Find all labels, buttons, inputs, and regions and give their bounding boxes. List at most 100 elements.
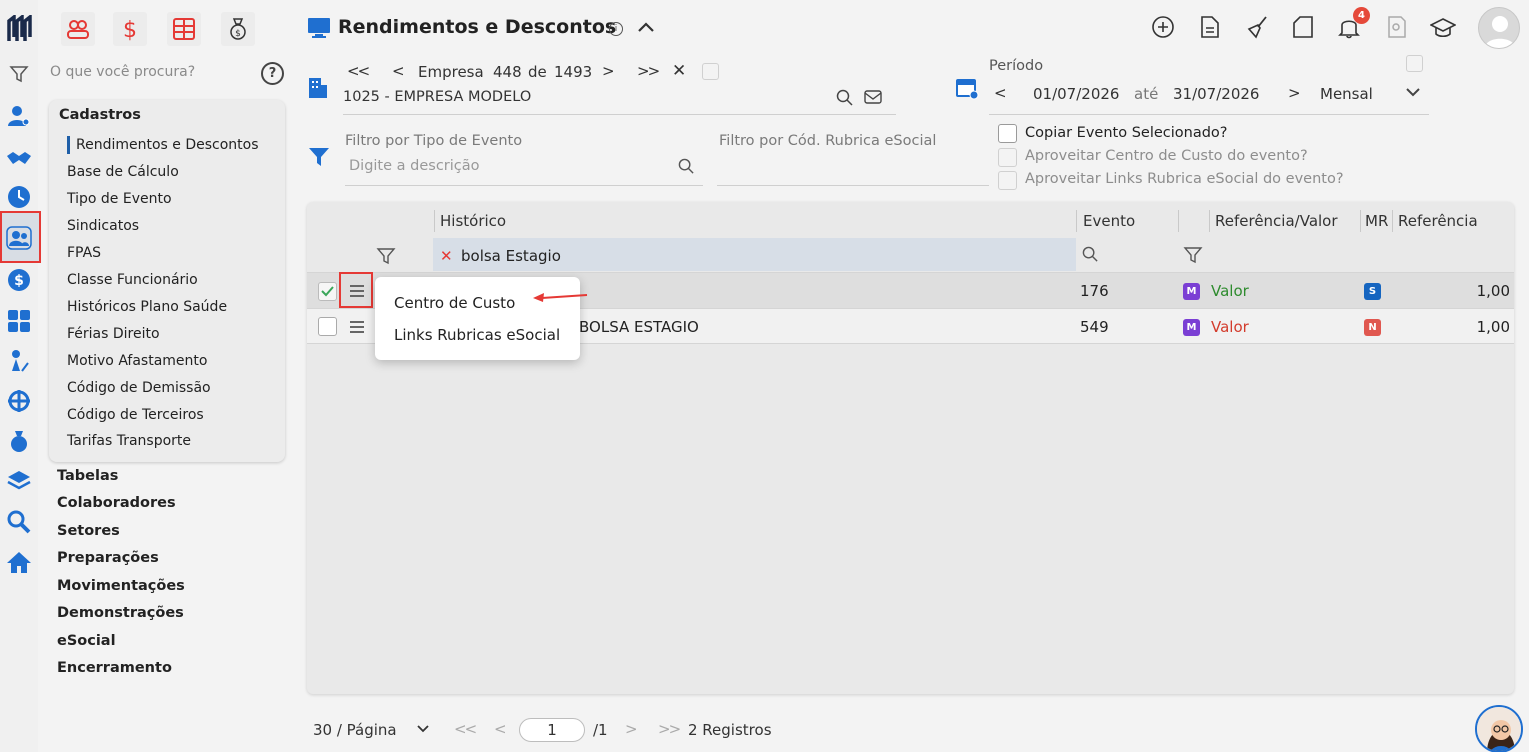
next-period-button[interactable]: >	[1288, 84, 1301, 102]
clear-company-button[interactable]: ✕	[672, 61, 686, 81]
sidebar-item-sindicatos[interactable]: Sindicatos	[67, 218, 139, 234]
menu-item-links-rubricas[interactable]: Links Rubricas eSocial	[394, 326, 560, 344]
people-group-icon[interactable]	[61, 12, 95, 46]
dollar-sign-icon[interactable]: $	[113, 12, 147, 46]
search-document-icon[interactable]	[1382, 12, 1412, 42]
sidebar-group-preparacoes[interactable]: Preparações	[57, 550, 159, 566]
column-header-referencia[interactable]: Referência	[1398, 212, 1478, 230]
company-name-field[interactable]: 1025 - EMPRESA MODELO	[343, 89, 531, 105]
sidebar-group-tabelas[interactable]: Tabelas	[57, 468, 118, 484]
page-number-input[interactable]: 1	[519, 718, 585, 742]
filter-icon[interactable]	[5, 60, 33, 88]
app-logo-icon[interactable]	[5, 15, 33, 43]
column-header-historico[interactable]: Histórico	[440, 212, 506, 230]
note-icon[interactable]	[1288, 12, 1318, 42]
clear-filter-icon[interactable]: ✕	[440, 247, 453, 265]
column-header-evento[interactable]: Evento	[1083, 212, 1135, 230]
menu-search-input[interactable]: O que você procura?	[50, 64, 195, 80]
chevron-up-icon[interactable]	[636, 18, 656, 36]
network-icon[interactable]	[5, 387, 33, 415]
broom-icon[interactable]	[1243, 12, 1273, 42]
sidebar-item-historicos-plano-saude[interactable]: Históricos Plano Saúde	[67, 299, 227, 315]
graduation-cap-icon[interactable]	[1428, 12, 1458, 42]
sidebar-group-movimentacoes[interactable]: Movimentações	[57, 578, 185, 594]
historico-filter-value[interactable]: bolsa Estagio	[461, 247, 561, 265]
row-referencia: 1,00	[1476, 318, 1510, 336]
dollar-icon[interactable]: $	[5, 266, 33, 294]
row-checkbox-checked[interactable]	[318, 282, 337, 301]
sidebar-item-ferias-direito[interactable]: Férias Direito	[67, 326, 160, 342]
page-size-chevron-icon[interactable]	[416, 724, 430, 734]
sidebar-group-demonstracoes[interactable]: Demonstrações	[57, 605, 184, 621]
layers-icon[interactable]	[5, 467, 33, 495]
handshake-icon[interactable]	[5, 144, 33, 172]
menu-section-title[interactable]: Cadastros	[59, 107, 141, 123]
copy-event-checkbox[interactable]	[998, 124, 1017, 143]
building-icon	[307, 76, 329, 100]
prev-company-button[interactable]: <	[392, 62, 405, 80]
sidebar-item-classe-funcionario[interactable]: Classe Funcionário	[67, 272, 198, 288]
first-company-button[interactable]: <<	[347, 62, 370, 80]
next-page-button[interactable]: >	[625, 720, 638, 738]
user-settings-icon[interactable]	[5, 102, 33, 130]
money-sack-icon[interactable]: $	[221, 12, 255, 46]
period-start-field[interactable]: 01/07/2026	[1033, 85, 1119, 103]
mail-icon[interactable]	[864, 89, 882, 105]
help-icon[interactable]: ?	[261, 62, 284, 85]
first-page-button[interactable]: <<	[454, 720, 477, 738]
reuse-rubrica-links-checkbox[interactable]	[998, 171, 1017, 190]
sidebar-item-tipo-evento[interactable]: Tipo de Evento	[67, 191, 172, 207]
event-type-filter-input[interactable]: Digite a descrição	[349, 158, 480, 174]
sidebar-group-setores[interactable]: Setores	[57, 523, 120, 539]
assistant-avatar[interactable]	[1475, 705, 1523, 752]
employees-icon[interactable]	[5, 224, 33, 252]
reuse-cost-center-checkbox[interactable]	[998, 148, 1017, 167]
period-checkbox[interactable]	[1406, 55, 1423, 72]
pen-icon[interactable]	[5, 347, 33, 375]
sidebar-item-codigo-terceiros[interactable]: Código de Terceiros	[67, 407, 204, 423]
column-header-mr[interactable]: MR	[1365, 212, 1388, 230]
sidebar-item-rendimentos-descontos[interactable]: Rendimentos e Descontos	[76, 137, 259, 153]
row-checkbox[interactable]	[318, 317, 337, 336]
last-company-button[interactable]: >>	[637, 62, 660, 80]
sidebar-item-codigo-demissao[interactable]: Código de Demissão	[67, 380, 211, 396]
event-type-search-icon[interactable]	[678, 158, 695, 175]
column-header-ref-valor[interactable]: Referência/Valor	[1215, 212, 1338, 230]
calculator-icon[interactable]	[5, 307, 33, 335]
document-icon[interactable]	[1195, 12, 1225, 42]
sidebar-item-fpas[interactable]: FPAS	[67, 245, 101, 261]
tipo-filter-icon[interactable]	[1183, 245, 1203, 265]
sidebar-group-esocial[interactable]: eSocial	[57, 633, 116, 649]
prev-page-button[interactable]: <	[494, 720, 507, 738]
last-page-button[interactable]: >>	[658, 720, 681, 738]
sidebar-item-tarifas-transporte[interactable]: Tarifas Transporte	[67, 433, 191, 449]
clock-icon[interactable]	[5, 183, 33, 211]
period-mode-select[interactable]: Mensal	[1320, 85, 1373, 103]
search-icon[interactable]	[5, 508, 33, 536]
money-bag-icon[interactable]	[5, 427, 33, 455]
info-icon[interactable]: i	[609, 22, 623, 36]
row-filter-icon[interactable]	[376, 246, 396, 266]
next-company-button[interactable]: >	[602, 62, 615, 80]
chevron-down-icon[interactable]	[1405, 86, 1421, 98]
menu-item-centro-custo[interactable]: Centro de Custo	[394, 294, 515, 312]
sidebar-group-encerramento[interactable]: Encerramento	[57, 660, 172, 676]
prev-period-button[interactable]: <	[994, 84, 1007, 102]
rubrica-filter-input[interactable]	[717, 185, 989, 186]
user-avatar[interactable]	[1478, 7, 1520, 49]
company-checkbox[interactable]	[702, 63, 719, 80]
monitor-icon	[307, 17, 331, 39]
add-circle-icon[interactable]	[1148, 12, 1178, 42]
page-size-select[interactable]: 30 / Página	[313, 721, 397, 739]
grid-calculator-icon[interactable]	[167, 12, 201, 46]
row-menu-icon[interactable]	[349, 320, 365, 334]
row-menu-icon[interactable]	[349, 284, 365, 298]
row-tipo-badge: M	[1183, 283, 1200, 300]
period-end-field[interactable]: 31/07/2026	[1173, 85, 1259, 103]
sidebar-item-base-calculo[interactable]: Base de Cálculo	[67, 164, 179, 180]
company-search-icon[interactable]	[836, 89, 854, 107]
sidebar-item-motivo-afastamento[interactable]: Motivo Afastamento	[67, 353, 207, 369]
sidebar-group-colaboradores[interactable]: Colaboradores	[57, 495, 176, 511]
home-icon[interactable]	[5, 548, 33, 576]
evento-filter-search-icon[interactable]	[1082, 246, 1099, 263]
